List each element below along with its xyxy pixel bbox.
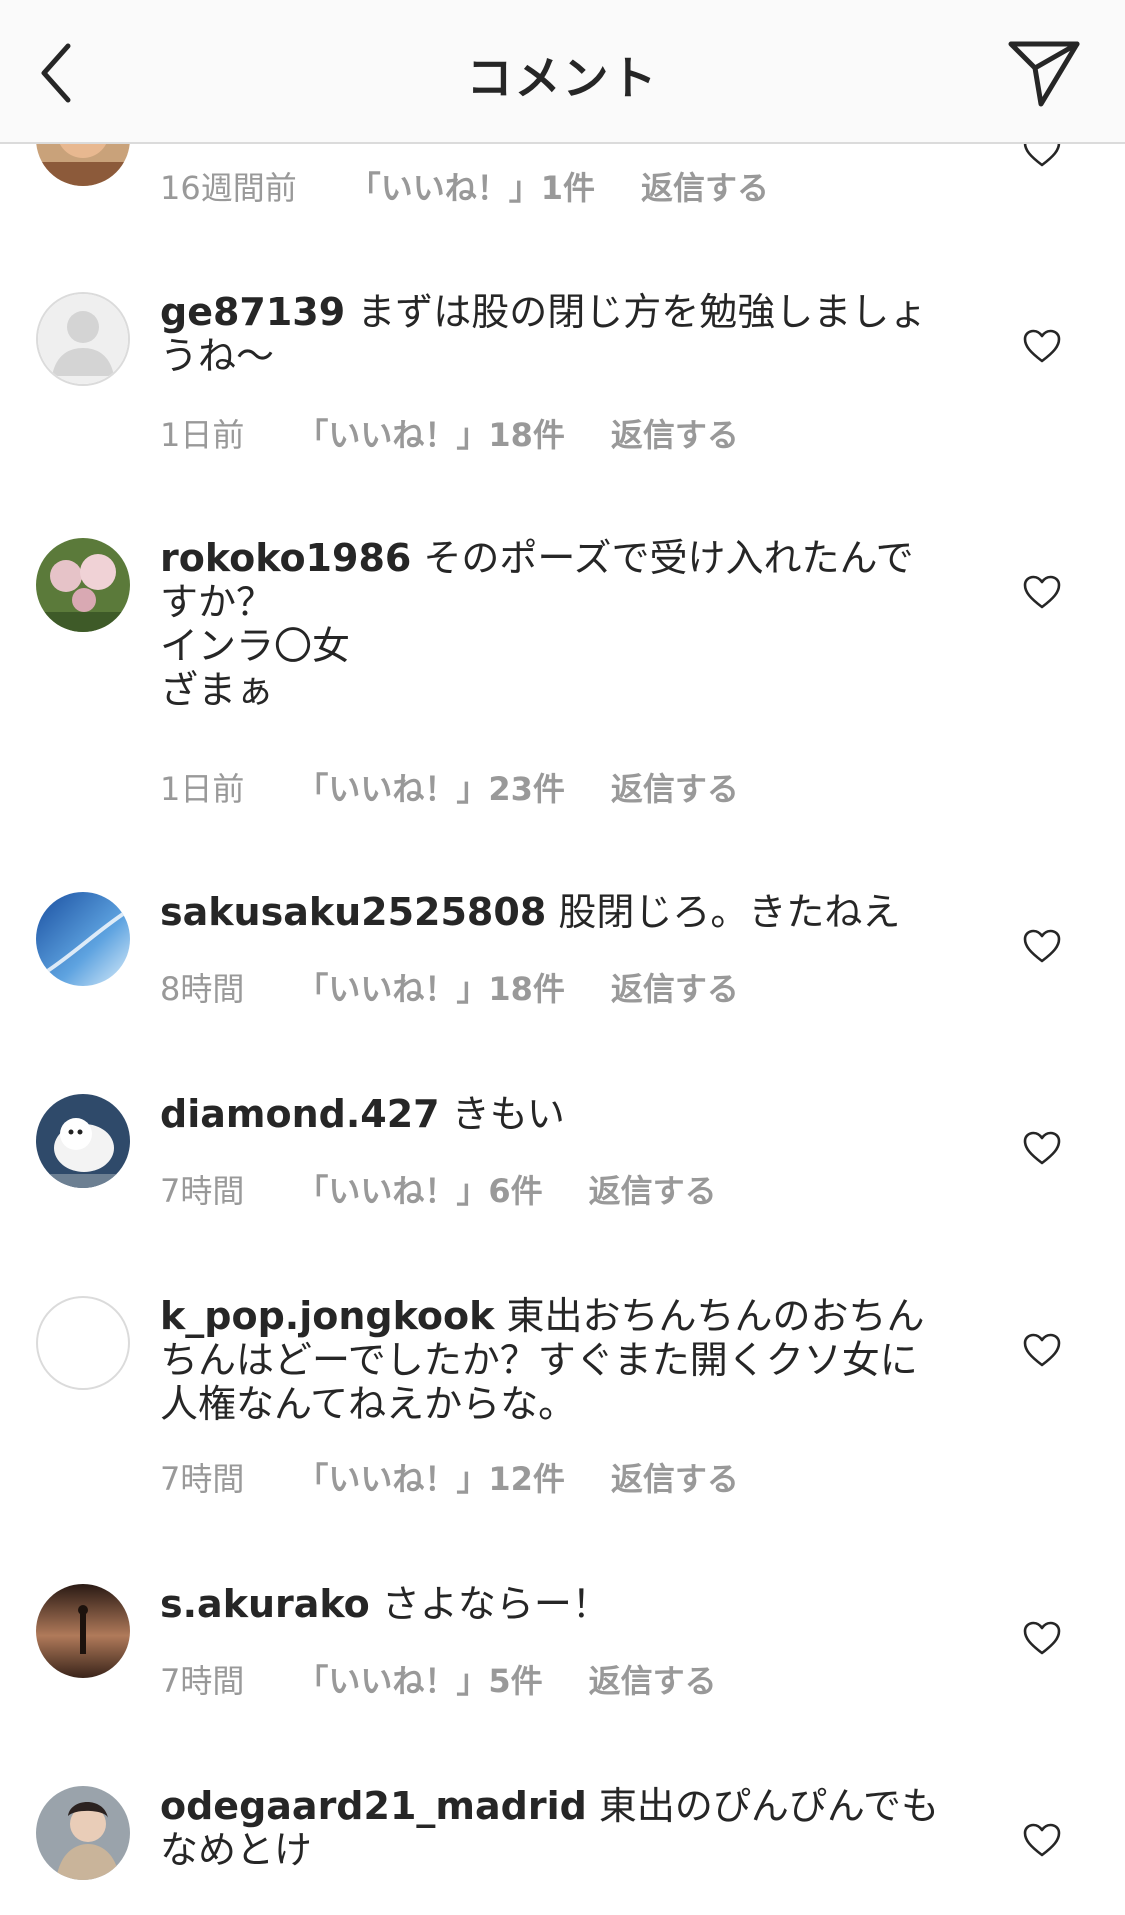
avatar[interactable]: [36, 538, 130, 632]
avatar[interactable]: [36, 892, 130, 986]
likes-count[interactable]: 「いいね！」18件: [296, 964, 565, 1010]
comment-body: odegaard21_madrid 東出のぴんぴんでもなめとけ: [160, 1784, 950, 1872]
share-button[interactable]: [1005, 36, 1085, 116]
comment-time: 7時間: [160, 1460, 245, 1498]
comment-time: 7時間: [160, 1662, 245, 1700]
comment-username[interactable]: diamond.427: [160, 1092, 440, 1136]
comment-meta: 1日前 「いいね！」23件 返信する: [160, 764, 739, 810]
comment-body: s.akurako さよならー！: [160, 1582, 950, 1626]
comment-username[interactable]: rokoko1986: [160, 536, 411, 580]
heart-outline-icon[interactable]: [1022, 928, 1062, 964]
comment-meta: 8時間 「いいね！」18件 返信する: [160, 964, 739, 1010]
comment-body: k_pop.jongkook 東出おちんちんのおちんちんはどーでしたか？すぐまた…: [160, 1294, 950, 1426]
likes-count[interactable]: 「いいね！」1件: [349, 163, 595, 209]
comment-body: sakusaku2525808 股閉じろ。きたねえ: [160, 890, 950, 934]
paper-plane-icon: [1008, 41, 1080, 107]
reply-button[interactable]: 返信する: [611, 964, 739, 1010]
comment-time: 7時間: [160, 1172, 245, 1210]
comment-text: きもい: [451, 1092, 565, 1136]
comment-time: 8時間: [160, 970, 245, 1008]
comment-username[interactable]: ge87139: [160, 290, 345, 334]
avatar[interactable]: [36, 292, 130, 386]
reply-button[interactable]: 返信する: [641, 163, 769, 209]
reply-button[interactable]: 返信する: [589, 1656, 717, 1702]
likes-count[interactable]: 「いいね！」12件: [296, 1454, 565, 1500]
comment-meta: 1日前 「いいね！」18件 返信する: [160, 410, 739, 456]
likes-count[interactable]: 「いいね！」5件: [296, 1656, 542, 1702]
heart-outline-icon[interactable]: [1022, 1332, 1062, 1368]
comment-text: さよならー！: [381, 1582, 610, 1626]
comment-meta: 7時間 「いいね！」6件 返信する: [160, 1166, 717, 1212]
comment-time: 1日前: [160, 416, 245, 454]
avatar[interactable]: [36, 1094, 130, 1188]
comment-meta: 7時間 「いいね！」5件 返信する: [160, 1656, 717, 1702]
comment-meta: 7時間 「いいね！」12件 返信する: [160, 1454, 739, 1500]
reply-button[interactable]: 返信する: [611, 410, 739, 456]
reply-button[interactable]: 返信する: [611, 1454, 739, 1500]
comment-body: ge87139 まずは股の閉じ方を勉強しましょうね〜: [160, 290, 950, 378]
comment-username[interactable]: s.akurako: [160, 1582, 370, 1626]
likes-count[interactable]: 「いいね！」6件: [296, 1166, 542, 1212]
comment-body: diamond.427 きもい: [160, 1092, 950, 1136]
avatar[interactable]: [36, 1584, 130, 1678]
reply-button[interactable]: 返信する: [611, 764, 739, 810]
comment-body: rokoko1986 そのポーズで受け入れたんですか？ インラ〇女 ざまぁ: [160, 536, 950, 712]
page-title: コメント: [466, 51, 659, 105]
likes-count[interactable]: 「いいね！」23件: [296, 764, 565, 810]
heart-outline-icon[interactable]: [1022, 1130, 1062, 1166]
heart-outline-icon[interactable]: [1022, 328, 1062, 364]
nav-bar: コメント: [0, 0, 1125, 144]
comment-time: 1日前: [160, 770, 245, 808]
comments-screen: コメント 16週間前 「いいね！」1件 返信する ge87139 まずは股の閉じ…: [0, 0, 1125, 1915]
likes-count[interactable]: 「いいね！」18件: [296, 410, 565, 456]
comment-time: 16週間前: [160, 169, 297, 207]
comment-meta: 16週間前 「いいね！」1件 返信する: [160, 163, 769, 209]
avatar[interactable]: [36, 1786, 130, 1880]
comment-list: 16週間前 「いいね！」1件 返信する ge87139 まずは股の閉じ方を勉強しまし…: [0, 0, 1125, 1915]
heart-outline-icon[interactable]: [1022, 1822, 1062, 1858]
heart-outline-icon[interactable]: [1022, 574, 1062, 610]
comment-text: 股閉じろ。きたねえ: [558, 890, 901, 934]
avatar[interactable]: [36, 1296, 130, 1390]
comment-username[interactable]: k_pop.jongkook: [160, 1294, 494, 1338]
comment-username[interactable]: sakusaku2525808: [160, 890, 546, 934]
comment-username[interactable]: odegaard21_madrid: [160, 1784, 587, 1828]
reply-button[interactable]: 返信する: [589, 1166, 717, 1212]
heart-outline-icon[interactable]: [1022, 1620, 1062, 1656]
